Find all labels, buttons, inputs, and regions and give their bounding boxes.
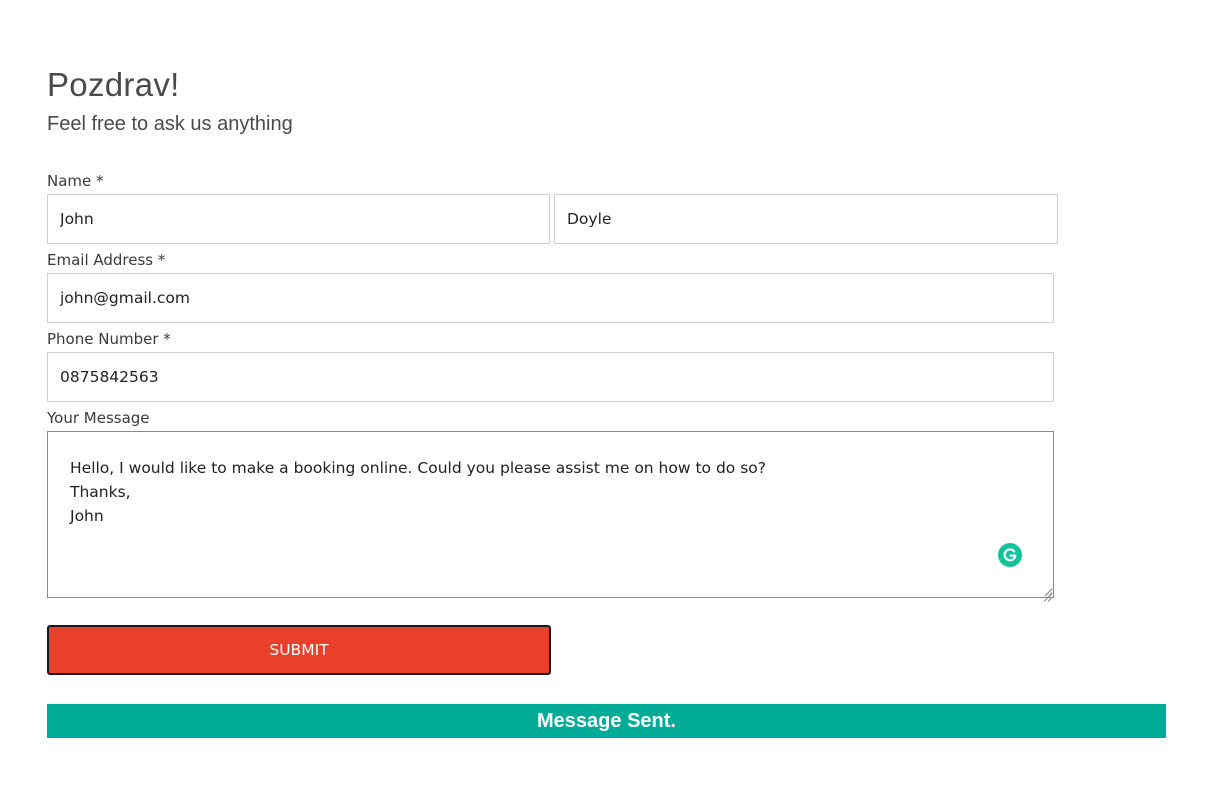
last-name-input[interactable] (554, 194, 1058, 244)
submit-button[interactable]: Submit (47, 625, 551, 675)
phone-label: Phone Number * (47, 330, 171, 348)
grammarly-icon[interactable] (998, 543, 1022, 567)
name-label: Name * (47, 172, 104, 190)
message-label: Your Message (47, 409, 150, 427)
resize-grip-icon[interactable] (1043, 587, 1052, 602)
phone-input[interactable] (47, 352, 1054, 402)
success-banner: Message Sent. (47, 704, 1166, 738)
email-label: Email Address * (47, 251, 166, 269)
message-textarea[interactable]: Hello, I would like to make a booking on… (47, 431, 1054, 598)
first-name-input[interactable] (47, 194, 550, 244)
email-input[interactable] (47, 273, 1054, 323)
page-title: Pozdrav! (47, 66, 180, 103)
page-subtitle: Feel free to ask us anything (47, 113, 293, 135)
